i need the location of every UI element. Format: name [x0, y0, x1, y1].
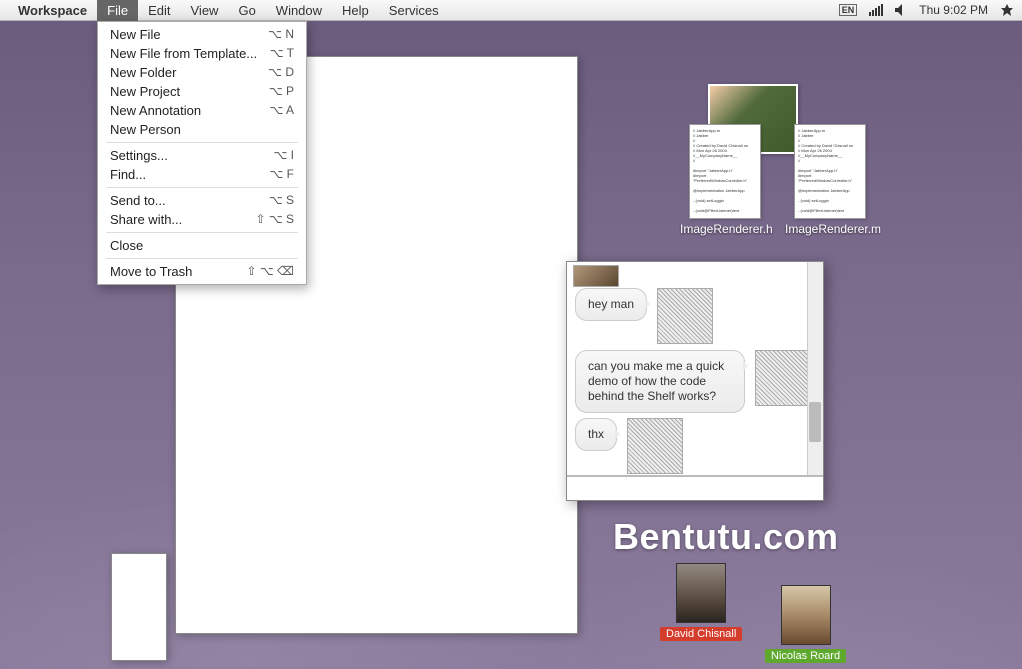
message-row: thx: [575, 418, 683, 474]
language-indicator[interactable]: EN: [839, 4, 858, 16]
menu-item-new-file[interactable]: New File⌥ N: [98, 25, 306, 44]
menu-window[interactable]: Window: [266, 0, 332, 21]
menubar: Workspace File Edit View Go Window Help …: [0, 0, 1022, 21]
network-icon[interactable]: [869, 4, 883, 16]
contact-name: Nicolas Roard: [765, 649, 846, 663]
chat-scrollbar[interactable]: [807, 262, 823, 475]
menu-workspace[interactable]: Workspace: [8, 0, 97, 21]
chat-bubble: hey man: [575, 288, 647, 321]
volume-icon[interactable]: [895, 4, 907, 16]
star-icon[interactable]: [1000, 3, 1014, 17]
message-row: hey man: [575, 288, 713, 344]
menu-item-send-to[interactable]: Send to...⌥ S: [98, 191, 306, 210]
menu-view[interactable]: View: [181, 0, 229, 21]
chat-input[interactable]: [567, 476, 823, 500]
file-thumbnail: // JabberApp.m// Jabber//// Created by D…: [689, 124, 761, 219]
file-menu-dropdown: New File⌥ NNew File from Template...⌥ TN…: [97, 21, 307, 285]
chat-avatar: [627, 418, 683, 474]
menu-help[interactable]: Help: [332, 0, 379, 21]
contact-photo: [676, 563, 726, 623]
menu-file[interactable]: File: [97, 0, 138, 21]
clock[interactable]: Thu 9:02 PM: [919, 3, 988, 17]
contact-photo: [781, 585, 831, 645]
scroll-thumb[interactable]: [809, 402, 821, 442]
menu-item-new-file-from-template[interactable]: New File from Template...⌥ T: [98, 44, 306, 63]
menubar-status: EN Thu 9:02 PM: [839, 3, 1014, 17]
file-label: ImageRenderer.m: [785, 222, 875, 236]
menu-item-move-to-trash[interactable]: Move to Trash⇧ ⌥ ⌫: [98, 262, 306, 281]
menu-go[interactable]: Go: [228, 0, 265, 21]
chat-bubble: thx: [575, 418, 617, 451]
blank-window-small[interactable]: [111, 553, 167, 661]
menu-item-settings[interactable]: Settings...⌥ I: [98, 146, 306, 165]
file-thumbnail: // JabberApp.m// Jabber//// Created by D…: [794, 124, 866, 219]
chat-body: hey man can you make me a quick demo of …: [567, 262, 823, 476]
chat-avatar: [657, 288, 713, 344]
menu-item-new-project[interactable]: New Project⌥ P: [98, 82, 306, 101]
menu-item-find[interactable]: Find...⌥ F: [98, 165, 306, 184]
message-row: [573, 265, 629, 287]
desktop-file-imagerenderer-m[interactable]: // JabberApp.m// Jabber//// Created by D…: [785, 124, 875, 236]
watermark-text: Bentutu.com: [613, 516, 839, 558]
menu-item-close[interactable]: Close: [98, 236, 306, 255]
chat-avatar: [755, 350, 811, 406]
contact-nicolas[interactable]: Nicolas Roard: [765, 585, 846, 663]
contact-david[interactable]: David Chisnall: [660, 563, 742, 641]
menu-services[interactable]: Services: [379, 0, 449, 21]
menu-item-share-with[interactable]: Share with...⇧ ⌥ S: [98, 210, 306, 229]
chat-bubble: can you make me a quick demo of how the …: [575, 350, 745, 413]
chat-avatar: [573, 265, 619, 287]
contact-name: David Chisnall: [660, 627, 742, 641]
file-label: ImageRenderer.h: [680, 222, 770, 236]
chat-window[interactable]: hey man can you make me a quick demo of …: [566, 261, 824, 501]
menu-item-new-folder[interactable]: New Folder⌥ D: [98, 63, 306, 82]
menu-item-new-person[interactable]: New Person: [98, 120, 306, 139]
menu-edit[interactable]: Edit: [138, 0, 180, 21]
message-row: can you make me a quick demo of how the …: [575, 350, 811, 413]
menu-item-new-annotation[interactable]: New Annotation⌥ A: [98, 101, 306, 120]
desktop-file-imagerenderer-h[interactable]: // JabberApp.m// Jabber//// Created by D…: [680, 124, 770, 236]
